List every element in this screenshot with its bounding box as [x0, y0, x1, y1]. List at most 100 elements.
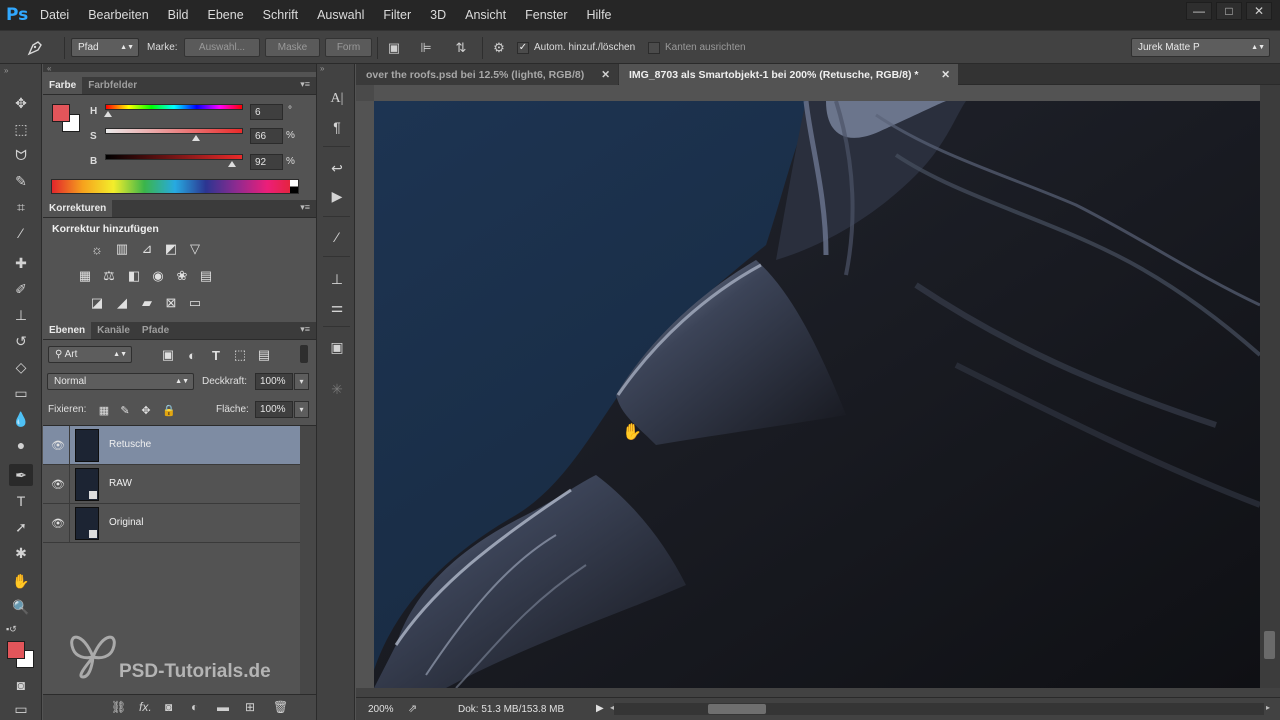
workspace-select[interactable]: Jurek Matte P ▲▼ [1131, 38, 1270, 57]
auto-add-delete-option[interactable]: ✓ Autom. hinzuf./löschen [517, 38, 647, 57]
layer-row-raw[interactable]: 👁 RAW [43, 465, 300, 504]
pen-tool-icon[interactable]: ✒ [9, 464, 33, 486]
marquee-tool-icon[interactable]: ⬚ [9, 118, 33, 140]
screen-mode-icon[interactable]: ▭ [9, 698, 33, 720]
link-layers-icon[interactable]: ⛓ [111, 700, 126, 714]
clone-source-icon[interactable]: ⊥ [327, 269, 347, 289]
hue-slider[interactable] [105, 104, 243, 110]
actions-panel-icon[interactable]: ▶ [327, 186, 347, 206]
path-selection-tool-icon[interactable]: ➚ [9, 516, 33, 538]
brightness-slider-thumb[interactable] [227, 161, 236, 167]
paragraph-panel-icon[interactable]: ¶ [327, 117, 347, 137]
move-tool-icon[interactable]: ✥ [9, 92, 33, 114]
path-operations-icon[interactable]: ▣ [384, 38, 404, 57]
align-edges-option[interactable]: Kanten ausrichten [648, 38, 758, 57]
channel-mixer-icon[interactable]: ❀ [173, 268, 191, 284]
shape-button[interactable]: Form [325, 38, 372, 57]
hue-slider-thumb[interactable] [103, 111, 112, 117]
mask-button[interactable]: Maske [265, 38, 320, 57]
exposure-icon[interactable]: ◩ [162, 241, 180, 257]
curves-icon[interactable]: ⊿ [138, 241, 156, 257]
close-tab-icon[interactable]: ✕ [601, 69, 610, 81]
brightness-contrast-icon[interactable]: ☼ [88, 241, 106, 257]
blur-tool-icon[interactable]: 💧 [9, 408, 33, 430]
add-mask-icon[interactable]: ◙ [165, 700, 172, 714]
vertical-scroll-thumb[interactable] [1264, 631, 1275, 659]
tab-kanaele[interactable]: Kanäle [91, 322, 136, 339]
threshold-icon[interactable]: ▰ [138, 295, 156, 311]
canvas-image[interactable]: ✋ [356, 85, 1260, 688]
minimize-button[interactable]: — [1186, 2, 1212, 20]
pen-tool-preset-icon[interactable] [22, 38, 48, 57]
scroll-right-icon[interactable]: ▸ [1266, 703, 1270, 712]
saturation-slider[interactable] [105, 128, 243, 134]
black-white-icon[interactable]: ◧ [125, 268, 143, 284]
lasso-tool-icon[interactable]: ᗢ [9, 144, 33, 166]
maximize-button[interactable]: □ [1216, 2, 1242, 20]
path-alignment-icon[interactable]: ⊫ [416, 38, 436, 57]
brightness-field[interactable]: 92 [250, 154, 283, 170]
lock-all-icon[interactable]: 🔒 [160, 402, 178, 418]
info-panel-icon[interactable]: ▣ [327, 337, 347, 357]
document-tab-active[interactable]: IMG_8703 als Smartobjekt-1 bei 200% (Ret… [619, 64, 958, 85]
opacity-dropdown-arrow[interactable]: ▾ [294, 373, 309, 390]
mode-select[interactable]: Pfad ▲▼ [71, 38, 139, 57]
new-adjustment-layer-icon[interactable]: ◐ [191, 700, 198, 714]
filter-shape-layers-icon[interactable]: ⬚ [231, 347, 249, 363]
history-brush-tool-icon[interactable]: ↺ [9, 330, 33, 352]
zoom-level[interactable]: 200% [368, 704, 394, 715]
menu-bearbeiten[interactable]: Bearbeiten [88, 8, 148, 22]
eraser-tool-icon[interactable]: ◇ [9, 356, 33, 378]
menu-filter[interactable]: Filter [383, 8, 411, 22]
filter-type-layers-icon[interactable]: T [207, 347, 225, 363]
dodge-tool-icon[interactable]: ● [9, 434, 33, 456]
filter-pixel-layers-icon[interactable]: ▣ [159, 347, 177, 363]
posterize-icon[interactable]: ◢ [113, 295, 131, 311]
foreground-color-swatch[interactable] [7, 641, 25, 659]
opacity-field[interactable]: 100% [255, 373, 293, 390]
visibility-eye-icon[interactable]: 👁 [51, 516, 65, 530]
properties-panel-icon[interactable]: ⚌ [327, 297, 347, 317]
close-button[interactable]: ✕ [1246, 2, 1272, 20]
lock-transparent-pixels-icon[interactable]: ▦ [95, 402, 113, 418]
menu-3d[interactable]: 3D [430, 8, 446, 22]
tab-ebenen[interactable]: Ebenen [43, 322, 92, 339]
clone-stamp-tool-icon[interactable]: ⊥ [9, 304, 33, 326]
menu-fenster[interactable]: Fenster [525, 8, 567, 22]
layers-scrollbar[interactable] [300, 426, 316, 694]
healing-brush-tool-icon[interactable]: ✚ [9, 252, 33, 274]
gradient-map-icon[interactable]: ▭ [186, 295, 204, 311]
type-tool-icon[interactable]: T [9, 490, 33, 512]
selective-color-icon[interactable]: ⊠ [162, 295, 180, 311]
tab-farbe[interactable]: Farbe [43, 77, 83, 94]
saturation-slider-thumb[interactable] [192, 135, 201, 141]
gear-icon[interactable]: ⚙ [489, 38, 509, 57]
visibility-eye-icon[interactable]: 👁 [51, 477, 65, 491]
lock-image-pixels-icon[interactable]: ✎ [116, 402, 134, 418]
ruler-origin[interactable] [356, 85, 374, 101]
menu-datei[interactable]: Datei [40, 8, 69, 22]
filter-adjustment-layers-icon[interactable]: ◐ [183, 347, 201, 363]
eyedropper-tool-icon[interactable]: ⁄ [9, 222, 33, 244]
layer-filter-select[interactable]: ⚲ Art ▲▼ [48, 346, 132, 363]
menu-ansicht[interactable]: Ansicht [465, 8, 506, 22]
panel-menu-icon[interactable]: ▾≡ [300, 202, 310, 213]
layer-row-original[interactable]: 👁 Original [43, 504, 300, 543]
brush-presets-icon[interactable]: ⁄ [327, 227, 347, 247]
brush-tool-icon[interactable]: ✐ [9, 278, 33, 300]
horizontal-scrollbar[interactable] [614, 703, 1264, 715]
vertical-scrollbar[interactable] [1260, 85, 1280, 688]
layer-style-icon[interactable]: fx. [139, 700, 152, 714]
fill-field[interactable]: 100% [255, 401, 293, 418]
history-panel-icon[interactable]: ↩ [327, 158, 347, 178]
document-tab[interactable]: over the roofs.psd bei 12.5% (light6, RG… [356, 64, 618, 85]
layer-row-retusche[interactable]: 👁 Retusche [43, 426, 300, 465]
color-ramp[interactable] [51, 179, 299, 194]
share-icon[interactable]: ⇗ [408, 702, 417, 715]
color-balance-icon[interactable]: ⚖ [100, 268, 118, 284]
close-tab-icon[interactable]: ✕ [941, 69, 950, 81]
menu-auswahl[interactable]: Auswahl [317, 8, 364, 22]
hue-field[interactable]: 6 [250, 104, 283, 120]
fill-dropdown-arrow[interactable]: ▾ [294, 401, 309, 418]
menu-ebene[interactable]: Ebene [208, 8, 244, 22]
